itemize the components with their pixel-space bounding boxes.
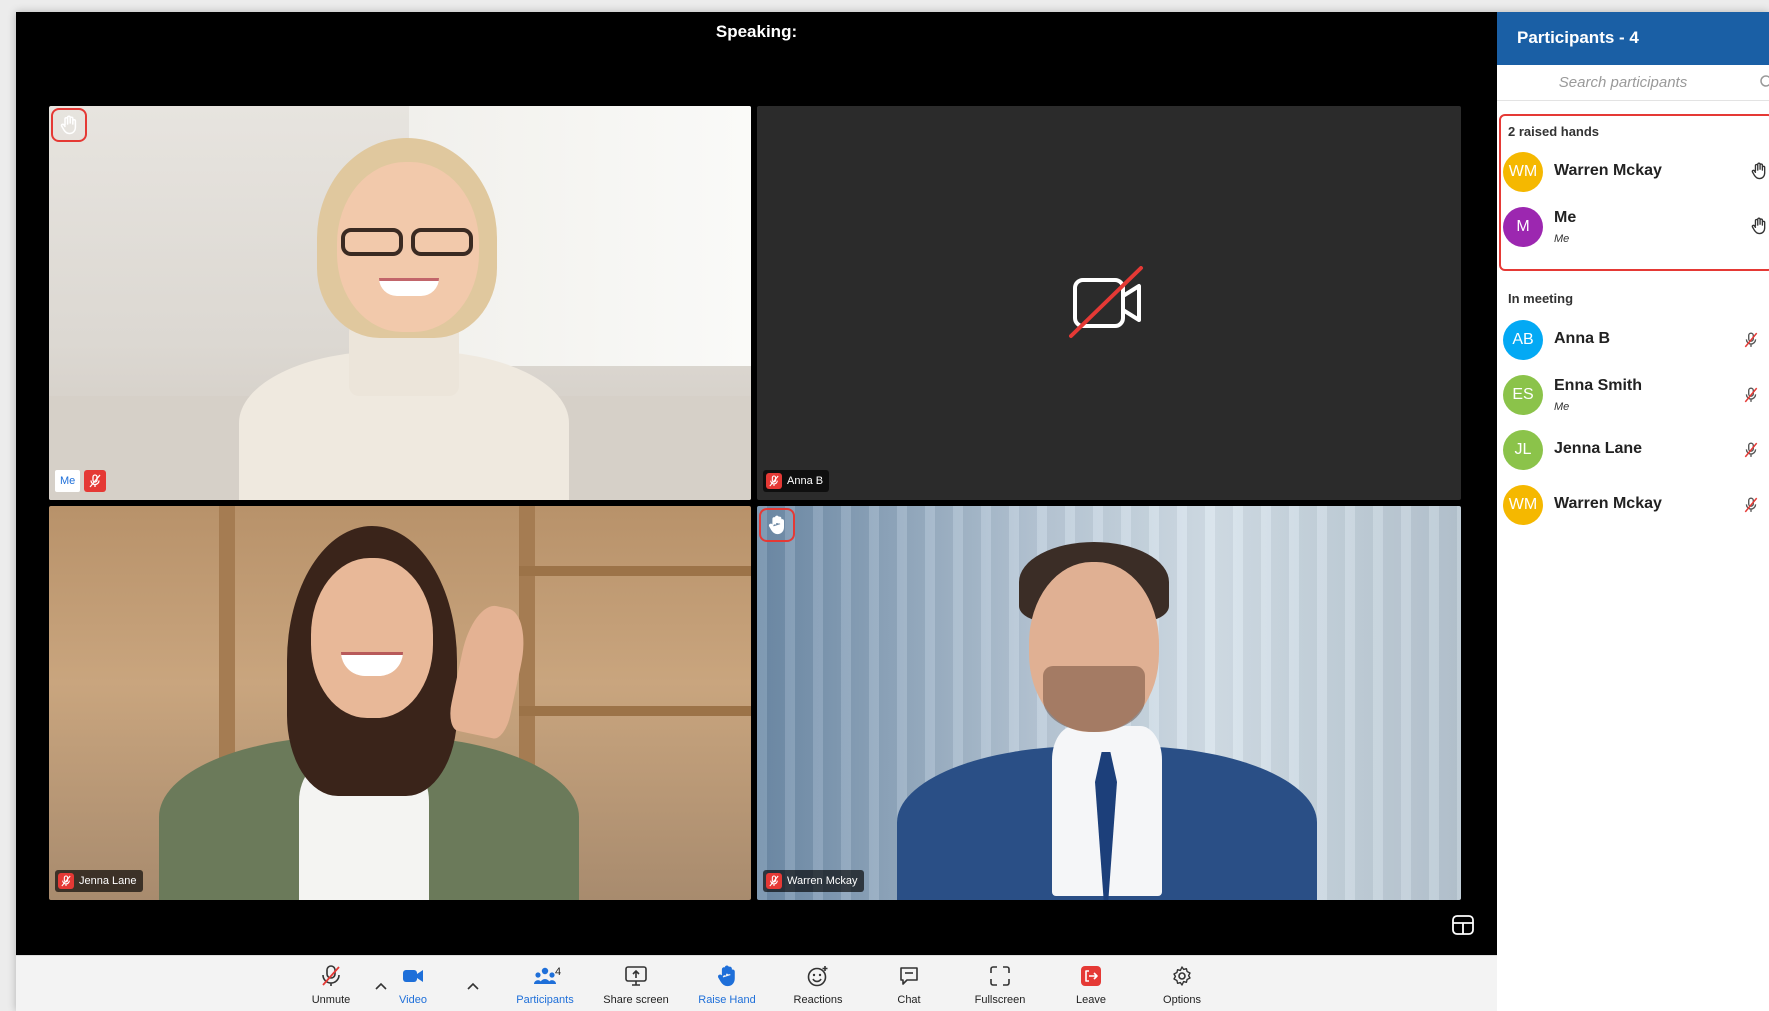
avatar: JL	[1503, 430, 1543, 470]
participant-name: Anna B	[1554, 330, 1610, 347]
participant-name: Warren Mckay	[1554, 495, 1662, 512]
avatar: AB	[1503, 320, 1543, 360]
video-stage: Speaking: Me Anna B Jenna Lane Warren Mc…	[16, 12, 1497, 955]
participant-row[interactable]: JL Jenna Lane	[1503, 424, 1769, 474]
mic-off-icon	[322, 965, 340, 986]
mic-off-icon	[1744, 332, 1758, 348]
unmute-button[interactable]: Unmute	[286, 964, 376, 1006]
options-button[interactable]: Options	[1137, 964, 1227, 1006]
participant-row[interactable]: M Me Me	[1503, 201, 1769, 251]
name-tag-anna: Anna B	[763, 470, 830, 492]
panel-title: Participants - 4	[1497, 12, 1769, 65]
participants-button[interactable]: 4 Participants	[500, 964, 590, 1006]
raise-hand-button[interactable]: Raise Hand	[682, 964, 772, 1006]
hand-icon	[60, 115, 77, 135]
video-tile-warren[interactable]: Warren Mckay	[757, 506, 1461, 900]
options-label: Options	[1163, 994, 1201, 1006]
participant-name: Warren Mckay	[787, 875, 858, 887]
hand-icon	[1751, 162, 1766, 180]
share-screen-icon	[625, 966, 647, 986]
meeting-toolbar: Unmute Video 4 Participants Share screen…	[16, 955, 1497, 1011]
hand-icon	[718, 965, 735, 987]
fullscreen-icon	[990, 966, 1010, 986]
fullscreen-button[interactable]: Fullscreen	[955, 964, 1045, 1006]
participant-row[interactable]: WM Warren Mckay	[1503, 479, 1769, 529]
layout-icon	[1452, 915, 1474, 935]
participant-subtitle: Me	[1554, 401, 1570, 413]
video-tile-me[interactable]: Me	[49, 106, 751, 500]
unmute-label: Unmute	[311, 994, 351, 1006]
reactions-label: Reactions	[793, 994, 843, 1006]
layout-toggle-button[interactable]	[1451, 914, 1477, 936]
name-tag-jenna: Jenna Lane	[55, 870, 143, 892]
video-label: Video	[399, 994, 427, 1006]
participant-row[interactable]: ES Enna Smith Me	[1503, 369, 1769, 419]
participants-icon	[534, 967, 556, 984]
chat-button[interactable]: Chat	[864, 964, 954, 1006]
self-label: Me	[55, 470, 81, 492]
avatar: WM	[1503, 152, 1543, 192]
search-input[interactable]	[1497, 65, 1769, 100]
raised-hand-badge	[759, 508, 795, 542]
chat-label: Chat	[897, 994, 921, 1006]
shelf-plank	[519, 706, 751, 716]
hand-icon	[1751, 217, 1766, 235]
share-screen-button[interactable]: Share screen	[591, 964, 681, 1006]
avatar: ES	[1503, 375, 1543, 415]
video-options-caret[interactable]	[466, 978, 480, 990]
raise-hand-label: Raise Hand	[698, 994, 756, 1006]
leave-label: Leave	[1076, 994, 1106, 1006]
mic-off-icon	[766, 873, 782, 889]
mic-off-icon	[1744, 387, 1758, 403]
speaking-indicator: Speaking:	[715, 22, 798, 41]
leave-button[interactable]: Leave	[1046, 964, 1136, 1006]
participant-name: Anna B	[787, 475, 824, 487]
gear-icon	[1173, 966, 1191, 986]
video-camera-icon	[403, 970, 423, 982]
share-screen-label: Share screen	[603, 994, 669, 1006]
reactions-button[interactable]: Reactions	[773, 964, 863, 1006]
participant-subtitle: Me	[1554, 233, 1570, 245]
leave-icon	[1081, 966, 1101, 986]
video-button[interactable]: Video	[368, 964, 458, 1006]
participant-name: Enna Smith	[1554, 377, 1643, 394]
video-tile-anna[interactable]: Anna B	[757, 106, 1461, 500]
mic-off-icon	[84, 470, 107, 492]
participants-label: Participants	[516, 994, 574, 1006]
name-tag-me: Me	[55, 470, 107, 492]
participant-row[interactable]: AB Anna B	[1503, 314, 1769, 364]
participant-name: Jenna Lane	[1554, 440, 1643, 457]
chat-icon	[900, 967, 918, 985]
emoji-icon	[807, 966, 828, 987]
participant-name: Warren Mckay	[1554, 162, 1662, 179]
hand-icon	[768, 515, 784, 535]
mic-off-icon	[58, 873, 74, 889]
meeting-window: Speaking: Me Anna B Jenna Lane Warren Mc…	[16, 12, 1769, 1011]
name-tag-warren: Warren Mckay	[763, 870, 864, 892]
participant-name: Me	[1554, 209, 1577, 226]
raised-hand-badge	[51, 108, 87, 142]
mic-off-icon	[1744, 442, 1758, 458]
participants-count: 4	[555, 966, 562, 978]
fullscreen-label: Fullscreen	[974, 994, 1026, 1006]
mic-off-icon	[1744, 497, 1758, 513]
video-tile-jenna[interactable]: Jenna Lane	[49, 506, 751, 900]
search-bar	[1497, 65, 1769, 101]
participant-name: Jenna Lane	[79, 875, 137, 887]
avatar: M	[1503, 207, 1543, 247]
in-meeting-title: In meeting	[1508, 291, 1574, 306]
raised-hands-title: 2 raised hands	[1508, 124, 1600, 139]
camera-off-icon	[1069, 266, 1149, 345]
avatar: WM	[1503, 485, 1543, 525]
participant-row[interactable]: WM Warren Mckay	[1503, 146, 1769, 196]
participants-panel: Participants - 4 2 raised hands WM Warre…	[1497, 12, 1769, 1011]
mic-off-icon	[766, 473, 782, 489]
search-icon	[1760, 75, 1769, 87]
shelf-plank	[519, 566, 751, 576]
chevron-up-icon	[467, 982, 479, 990]
